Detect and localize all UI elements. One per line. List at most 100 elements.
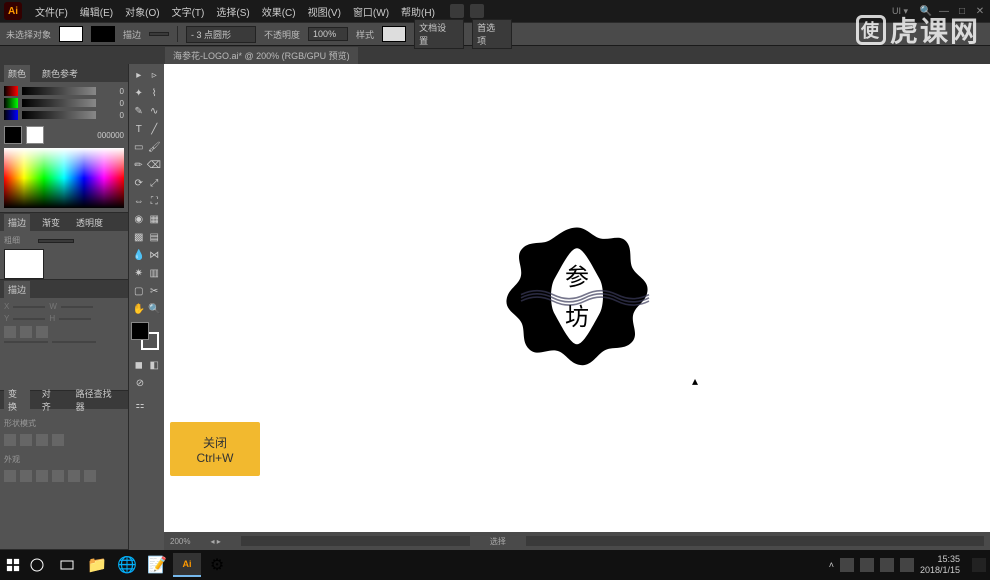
tab-stroke2[interactable]: 描边 — [4, 281, 30, 298]
menu-view[interactable]: 视图(V) — [303, 2, 346, 21]
fill-swatch[interactable] — [59, 26, 83, 42]
selection-tool[interactable]: ▸ — [132, 67, 146, 83]
opacity-input[interactable]: 100% — [308, 27, 348, 41]
brush-preset-dropdown[interactable]: - 3 点圆形 — [186, 26, 256, 43]
g-slider[interactable] — [22, 99, 96, 107]
extra-icon-1[interactable] — [450, 4, 464, 18]
r-slider[interactable] — [22, 87, 96, 95]
app1-icon[interactable]: 📝 — [143, 553, 171, 577]
zoom-tool[interactable]: 🔍 — [148, 301, 162, 317]
paintbrush-tool[interactable]: 🖌 — [148, 139, 162, 155]
fill-stroke-indicator[interactable] — [131, 322, 159, 350]
tab-gradient[interactable]: 渐变 — [38, 214, 64, 231]
tab-transparency[interactable]: 透明度 — [72, 214, 107, 231]
free-transform-tool[interactable]: ⛶ — [148, 193, 162, 209]
document-tab[interactable]: 海参花-LOGO.ai* @ 200% (RGB/GPU 预览) — [165, 47, 358, 64]
lasso-tool[interactable]: ⌇ — [148, 85, 162, 101]
pf-icon5[interactable] — [68, 470, 80, 482]
illustrator-taskbar-icon[interactable]: Ai — [173, 553, 201, 577]
tab-color[interactable]: 颜色 — [4, 65, 30, 82]
cortana-icon[interactable] — [23, 553, 51, 577]
tray-icon-1[interactable] — [840, 558, 854, 572]
explorer-icon[interactable]: 📁 — [83, 553, 111, 577]
preferences-button[interactable]: 首选项 — [472, 19, 512, 49]
hand-tool[interactable]: ✋ — [132, 301, 146, 317]
intersect-icon[interactable] — [36, 434, 48, 446]
taskbar-clock[interactable]: 15:35 2018/1/15 — [920, 554, 966, 576]
width-tool[interactable]: ⇔ — [132, 193, 146, 209]
pf-icon6[interactable] — [84, 470, 96, 482]
menu-type[interactable]: 文字(T) — [167, 2, 210, 21]
artboard-tool[interactable]: ▢ — [132, 283, 146, 299]
pf-icon1[interactable] — [4, 470, 16, 482]
eyedropper-tool[interactable]: 💧 — [132, 247, 146, 263]
scale-tool[interactable]: ⤢ — [148, 175, 162, 191]
dim-h-val[interactable] — [59, 318, 91, 320]
zoom-level[interactable]: 200% — [170, 537, 190, 546]
unite-icon[interactable] — [4, 434, 16, 446]
menu-select[interactable]: 选择(S) — [211, 2, 254, 21]
shaper-tool[interactable]: ✏ — [132, 157, 145, 173]
tray-volume-icon[interactable] — [900, 558, 914, 572]
toolbox-fill[interactable] — [131, 322, 149, 340]
cap-icon3[interactable] — [36, 326, 48, 338]
color-fill-box[interactable] — [4, 126, 22, 144]
menu-edit[interactable]: 编辑(E) — [75, 2, 118, 21]
shear-val[interactable] — [52, 341, 96, 343]
gradient-tool[interactable]: ▤ — [148, 229, 162, 245]
menu-file[interactable]: 文件(F) — [30, 2, 73, 21]
b-slider[interactable] — [22, 111, 96, 119]
dim-y-val[interactable] — [13, 318, 45, 320]
canvas[interactable]: 参 坊 ▴ — [164, 64, 990, 550]
exclude-icon[interactable] — [52, 434, 64, 446]
doc-setup-button[interactable]: 文档设置 — [414, 19, 464, 49]
taskview-icon[interactable] — [53, 553, 81, 577]
tab-align[interactable]: 对齐 — [38, 385, 64, 415]
dim-x-val[interactable] — [13, 306, 45, 308]
tab-transform[interactable]: 变换 — [4, 385, 30, 415]
type-tool[interactable]: T — [132, 121, 146, 137]
menu-help[interactable]: 帮助(H) — [396, 2, 440, 21]
gradient-mode-icon[interactable]: ◧ — [148, 357, 162, 373]
rectangle-tool[interactable]: ▭ — [132, 139, 146, 155]
pf-icon4[interactable] — [52, 470, 64, 482]
menu-window[interactable]: 窗口(W) — [348, 2, 394, 21]
tray-network-icon[interactable] — [880, 558, 894, 572]
none-mode-icon[interactable]: ⊘ — [132, 375, 148, 391]
symbol-sprayer-tool[interactable]: ✷ — [132, 265, 146, 281]
rotate-tool[interactable]: ⟳ — [132, 175, 146, 191]
color-mode-icon[interactable]: ◼ — [132, 357, 146, 373]
mesh-tool[interactable]: ▩ — [132, 229, 146, 245]
menu-effect[interactable]: 效果(C) — [257, 2, 301, 21]
angle-val[interactable] — [4, 341, 48, 343]
status-arrow[interactable]: ◂ ▸ — [210, 537, 220, 546]
pen-tool[interactable]: ✎ — [132, 103, 146, 119]
curvature-tool[interactable]: ∿ — [148, 103, 162, 119]
stroke-swatch[interactable] — [91, 26, 115, 42]
perspective-tool[interactable]: ▦ — [148, 211, 162, 227]
style-swatch[interactable] — [382, 26, 406, 42]
h-scrollbar[interactable] — [241, 536, 470, 546]
minus-icon[interactable] — [20, 434, 32, 446]
stroke-weight-dropdown[interactable] — [149, 32, 169, 36]
dim-w-val[interactable] — [61, 306, 93, 308]
weight-input[interactable] — [38, 239, 74, 243]
cap-icon2[interactable] — [20, 326, 32, 338]
shape-builder-tool[interactable]: ◉ — [132, 211, 146, 227]
line-tool[interactable]: ╱ — [148, 121, 162, 137]
pf-icon3[interactable] — [36, 470, 48, 482]
h-scrollbar-2[interactable] — [526, 536, 984, 546]
tray-icon-2[interactable] — [860, 558, 874, 572]
tray-up-icon[interactable]: ˄ — [829, 560, 834, 570]
tab-pathfinder[interactable]: 路径查找器 — [72, 385, 124, 415]
tab-color-guide[interactable]: 颜色参考 — [38, 65, 82, 82]
slice-tool[interactable]: ✂ — [148, 283, 162, 299]
action-center-icon[interactable] — [972, 558, 986, 572]
graph-tool[interactable]: ▥ — [148, 265, 162, 281]
start-button[interactable] — [4, 556, 22, 574]
extra-icon-2[interactable] — [470, 4, 484, 18]
pf-icon2[interactable] — [20, 470, 32, 482]
direct-select-tool[interactable]: ▹ — [148, 67, 162, 83]
tab-stroke[interactable]: 描边 — [4, 214, 30, 231]
screen-mode-icon[interactable]: ⚏ — [132, 397, 148, 413]
